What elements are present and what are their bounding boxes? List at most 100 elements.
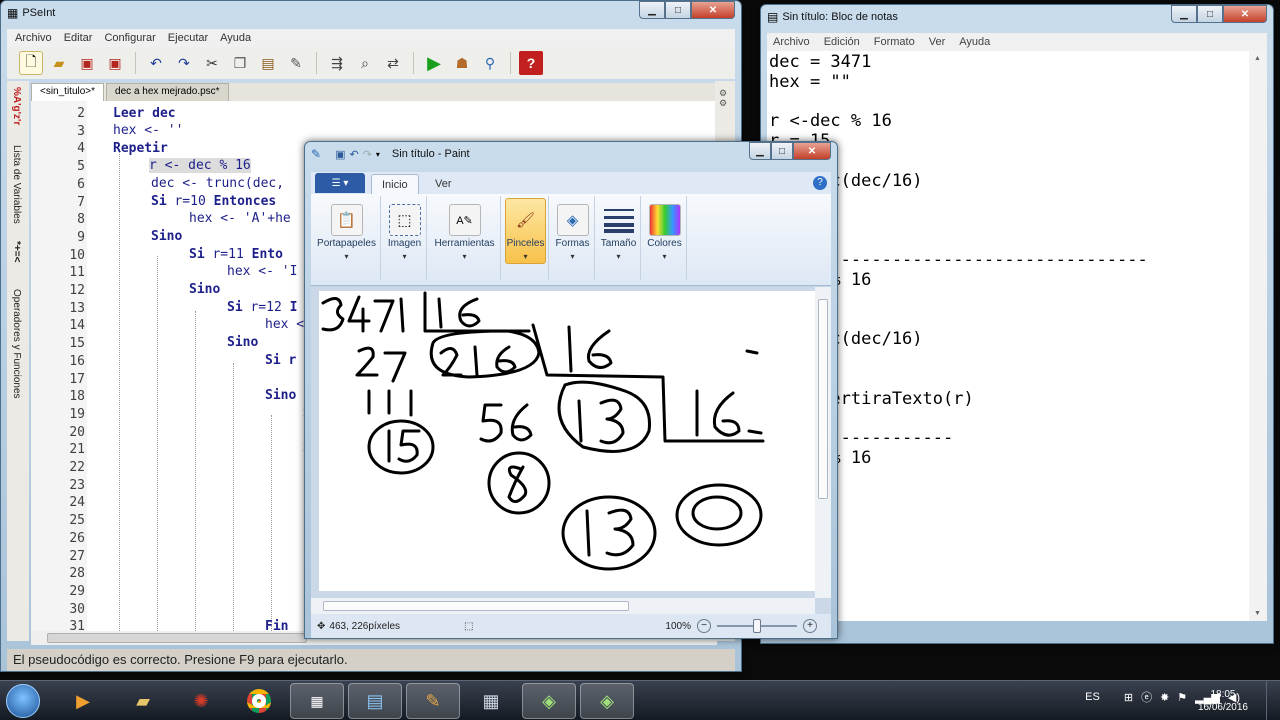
scroll-down-icon[interactable]: ▼ <box>1254 610 1261 617</box>
flowchart-icon[interactable]: ⚲ <box>478 51 502 75</box>
drawing-canvas[interactable] <box>319 291 819 591</box>
flow-panel-icon[interactable]: ⚙⚙ <box>719 89 729 109</box>
replace-icon[interactable]: ⇄ <box>381 51 405 75</box>
line-number: 11 <box>69 265 85 281</box>
zoom-out-button[interactable]: − <box>697 619 711 633</box>
canvas-vertical-scrollbar[interactable] <box>815 287 831 598</box>
close-button[interactable]: ✕ <box>691 1 735 19</box>
menu-ayuda[interactable]: Ayuda <box>959 36 990 48</box>
minimize-button[interactable]: ▁ <box>749 142 771 160</box>
group-formas[interactable]: ◈ Formas ▾ <box>551 196 595 280</box>
close-button[interactable]: ✕ <box>793 142 831 160</box>
quick-access-dropdown-icon[interactable]: ▾ <box>376 150 380 159</box>
app-taskbar-button[interactable]: ✺ <box>174 683 228 719</box>
clock-date: 16/06/2016 <box>1197 702 1248 713</box>
group-colores[interactable]: Colores ▾ <box>643 196 687 280</box>
notepad-text-area[interactable]: dec = 3471 hex = "" r <-dec % 16 r = 15 … <box>767 51 1249 621</box>
line-number: 25 <box>69 513 85 529</box>
step-icon[interactable]: ☗ <box>450 51 474 75</box>
menu-ayuda[interactable]: Ayuda <box>220 32 251 44</box>
tab-inicio[interactable]: Inicio <box>371 174 419 194</box>
save-as-icon[interactable]: ▣ <box>103 51 127 75</box>
quick-save-icon[interactable]: ▣ <box>335 148 345 161</box>
menu-archivo[interactable]: Archivo <box>15 32 52 44</box>
maximize-button[interactable]: □ <box>1197 5 1223 23</box>
minimize-button[interactable]: ▁ <box>639 1 665 19</box>
pseint-taskbar-button[interactable]: ▦ <box>290 683 344 719</box>
line-number: 17 <box>69 371 85 387</box>
menu-edicion[interactable]: Edición <box>824 36 860 48</box>
menu-editar[interactable]: Editar <box>64 32 93 44</box>
zoom-slider-thumb[interactable] <box>753 619 761 633</box>
variables-list-tab[interactable]: Lista de Variables <box>11 145 22 224</box>
cut-icon[interactable]: ✂ <box>200 51 224 75</box>
scrollbar-thumb[interactable] <box>818 299 828 499</box>
selection-size-icon: ⬚ <box>464 620 474 632</box>
undo-icon[interactable]: ↶ <box>144 51 168 75</box>
group-imagen[interactable]: ⬚ Imagen ▾ <box>383 196 427 280</box>
paint-ribbon: 📋 Portapapeles ▾ ⬚ Imagen ▾ A✎ Herramien… <box>311 194 831 286</box>
paint-taskbar-button[interactable]: ✎ <box>406 683 460 719</box>
app2-taskbar-button[interactable]: ◈ <box>522 683 576 719</box>
code-line-13: Si r=12 I <box>227 300 298 315</box>
group-herramientas[interactable]: A✎ Herramientas ▾ <box>429 196 501 280</box>
tray-app-icon[interactable]: ✸ <box>1160 691 1169 704</box>
code-line-14: hex < <box>265 317 305 332</box>
flag-icon[interactable]: ⚑ <box>1177 691 1187 704</box>
zoom-in-button[interactable]: + <box>803 619 817 633</box>
edit-text-icon[interactable]: ✎ <box>284 51 308 75</box>
app3-taskbar-button[interactable]: ◈ <box>580 683 634 719</box>
operators-functions-tab[interactable]: Operadores y Funciones <box>11 289 22 399</box>
copy-icon[interactable]: ❐ <box>228 51 252 75</box>
notepad-vertical-scrollbar[interactable]: ▲ ▼ <box>1249 51 1267 621</box>
menu-ejecutar[interactable]: Ejecutar <box>168 32 208 44</box>
media-player-taskbar-button[interactable]: ▶ <box>56 683 110 719</box>
maximize-button[interactable]: □ <box>771 142 793 160</box>
edge-icon[interactable]: ⓔ <box>1141 689 1152 705</box>
redo-icon[interactable]: ↷ <box>172 51 196 75</box>
notepad-taskbar-button[interactable]: ▤ <box>348 683 402 719</box>
menu-archivo[interactable]: Archivo <box>773 36 810 48</box>
tab-ver[interactable]: Ver <box>425 174 462 194</box>
indent-icon[interactable]: ⇶ <box>325 51 349 75</box>
windows-flag-icon[interactable]: ⊞ <box>1124 691 1133 704</box>
start-button[interactable] <box>6 684 40 718</box>
scrollbar-thumb[interactable] <box>323 601 629 611</box>
language-indicator[interactable]: ES <box>1085 691 1100 703</box>
chrome-taskbar-button[interactable] <box>232 683 286 719</box>
line-number: 22 <box>69 460 85 475</box>
close-button[interactable]: ✕ <box>1223 5 1267 23</box>
menu-configurar[interactable]: Configurar <box>104 32 155 44</box>
group-tamano[interactable]: Tamaño ▾ <box>597 196 641 280</box>
scroll-up-icon[interactable]: ▲ <box>1254 55 1261 62</box>
canvas-horizontal-scrollbar[interactable] <box>311 598 815 614</box>
taskbar-clock[interactable]: 18:05 16/06/2016 <box>1198 688 1248 714</box>
scrollbar-thumb[interactable] <box>47 633 307 643</box>
menu-formato[interactable]: Formato <box>874 36 915 48</box>
quick-redo-icon[interactable]: ↷ <box>363 148 372 161</box>
tab-dec-a-hex[interactable]: dec a hex mejrado.psc* <box>106 83 229 101</box>
pseint-titlebar[interactable]: ▦ PSeInt <box>1 1 741 25</box>
paste-icon[interactable]: ▤ <box>256 51 280 75</box>
find-icon[interactable]: ⌕ <box>353 51 377 75</box>
tab-sin-titulo[interactable]: <sin_titulo>* <box>31 83 105 101</box>
run-icon[interactable]: ▶ <box>422 51 446 75</box>
explorer-taskbar-button[interactable]: ▰ <box>116 683 170 719</box>
group-portapapeles[interactable]: 📋 Portapapeles ▾ <box>313 196 381 280</box>
zoom-slider[interactable] <box>717 619 797 633</box>
code-line-7: Si r=10 Entonces <box>151 194 277 209</box>
save-icon[interactable]: ▣ <box>75 51 99 75</box>
open-folder-icon[interactable]: ▰ <box>47 51 71 75</box>
maximize-button[interactable]: □ <box>665 1 691 19</box>
paint-file-menu-button[interactable]: ☰ ▾ <box>315 173 365 193</box>
calculator-taskbar-button[interactable]: ▦ <box>464 683 518 719</box>
minimize-button[interactable]: ▁ <box>1171 5 1197 23</box>
group-pinceles[interactable]: 🖌 Pinceles ▾ <box>503 196 549 280</box>
menu-ver[interactable]: Ver <box>929 36 946 48</box>
show-desktop-button[interactable] <box>1266 681 1280 720</box>
help-icon[interactable]: ? <box>813 176 827 190</box>
quick-undo-icon[interactable]: ↶ <box>349 148 358 161</box>
help-icon[interactable]: ? <box>519 51 543 75</box>
new-file-icon[interactable]: 🗋 <box>19 51 43 75</box>
status-bar: El pseudocódigo es correcto. Presione F9… <box>7 649 735 671</box>
